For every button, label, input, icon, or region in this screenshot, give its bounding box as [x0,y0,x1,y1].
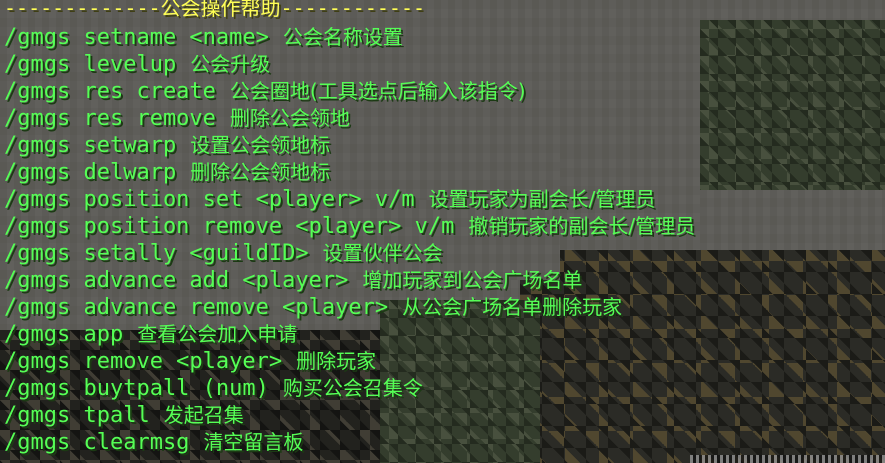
chat-line: /gmgs position set <player> v/m 设置玩家为副会长/… [4,186,655,213]
chat-command: /gmgs delwarp [4,160,177,185]
chat-command: /gmgs clearmsg [4,430,190,455]
chat-command: /gmgs advance add <player> [4,268,349,293]
chat-command: /gmgs res remove [4,106,216,131]
chat-command: /gmgs position remove <player> v/m [4,214,455,239]
chat-command-description: 公会名称设置 [282,25,403,49]
chat-line: /gmgs app 查看公会加入申请 [4,321,297,348]
chat-line: /gmgs delwarp 删除公会领地标 [4,159,330,186]
chat-command-description: 设置公会领地标 [190,133,331,157]
chat-command: /gmgs buytpall (num) [4,376,269,401]
chat-command: /gmgs setally <guildID> [4,241,309,266]
chat-command-description: 增加玩家到公会广场名单 [362,268,583,292]
chat-line: /gmgs position remove <player> v/m 撤销玩家的副… [4,213,695,240]
chat-command-description: 购买公会召集令 [282,376,423,400]
chat-command-description: 查看公会加入申请 [137,322,298,346]
chat-command-description: 公会圈地(工具选点后输入该指令) [229,79,526,103]
chat-command-description: 删除玩家 [296,349,377,373]
chat-command-description: 公会升级 [190,52,271,76]
chat-command: /gmgs remove <player> [4,349,283,374]
chat-line: /gmgs setwarp 设置公会领地标 [4,132,330,159]
chat-command-description: 删除公会领地标 [190,160,331,184]
chat-command: /gmgs setwarp [4,133,177,158]
chat-line: /gmgs setname <name> 公会名称设置 [4,24,403,51]
chat-line: /gmgs levelup 公会升级 [4,51,270,78]
chat-command-description: 设置玩家为副会长/管理员 [428,187,656,211]
chat-line: /gmgs tpall 发起召集 [4,402,244,429]
chat-line: /gmgs setally <guildID> 设置伙伴公会 [4,240,443,267]
chat-line: /gmgs clearmsg 清空留言板 [4,429,303,456]
chat-line: /gmgs advance remove <player> 从公会广场名单删除玩家 [4,294,622,321]
chat-command: /gmgs position set <player> v/m [4,187,415,212]
chat-line: /gmgs res create 公会圈地(工具选点后输入该指令) [4,78,526,105]
chat-title: -------------公会操作帮助------------ [4,0,426,20]
chat-command-description: 撤销玩家的副会长/管理员 [468,214,696,238]
chat-line: /gmgs remove <player> 删除玩家 [4,348,376,375]
chat-line: /gmgs advance add <player> 增加玩家到公会广场名单 [4,267,582,294]
chat-line: /gmgs buytpall (num) 购买公会召集令 [4,375,423,402]
chat-command: /gmgs tpall [4,403,150,428]
chat-command: /gmgs advance remove <player> [4,295,389,320]
chat-command-description: 清空留言板 [203,430,304,454]
chat-panel: -------------公会操作帮助------------ /gmgs se… [0,0,885,463]
chat-command-description: 设置伙伴公会 [322,241,443,265]
chat-command-description: 发起召集 [163,403,244,427]
chat-command: /gmgs res create [4,79,216,104]
chat-command: /gmgs app [4,322,124,347]
chat-command: /gmgs levelup [4,52,177,77]
chat-command: /gmgs setname <name> [4,25,269,50]
chat-command-description: 从公会广场名单删除玩家 [402,295,623,319]
chat-line: /gmgs res remove 删除公会领地 [4,105,350,132]
chat-command-description: 删除公会领地 [229,106,350,130]
